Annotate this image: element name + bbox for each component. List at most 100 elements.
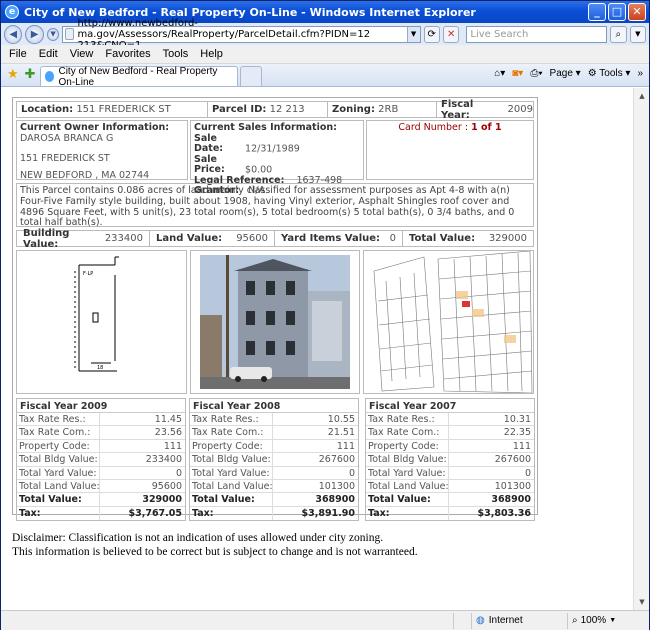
row-value: 111 [163,440,182,452]
table-row: Tax Rate Com.: 21.51 [190,426,358,440]
menu-help[interactable]: Help [200,48,223,60]
tab-current[interactable]: City of New Bedford - Real Property On-L… [39,65,238,88]
row-label: Total Land Value: [19,479,100,493]
print-icon[interactable]: ⎙▾ [530,68,542,79]
row-label: Tax: [366,506,449,521]
table-row: Total Bldg Value: 233400 [17,453,185,467]
building-sketch-image[interactable]: F·LP 18 [16,250,187,394]
row-value: 267600 [494,454,531,466]
owner-info: Current Owner Information: DAROSA BRANCA… [16,120,188,180]
maximize-button[interactable]: □ [608,3,626,21]
feeds-icon[interactable]: ◙▾ [512,68,523,79]
vertical-scrollbar[interactable]: ▲ ▼ [633,88,649,610]
menu-favorites[interactable]: Favorites [105,48,150,60]
building-value: 233400 [104,233,143,244]
owner-city: NEW BEDFORD , MA 02744 [20,169,150,181]
yard-items-value: 0 [389,233,396,244]
search-icon[interactable]: ⌕ [610,25,627,43]
ie-logo-icon: e [5,5,19,19]
row-label: Property Code: [17,439,100,453]
fiscal-year-table-2: Fiscal Year 2007 Tax Rate Res.: 10.31 Tax… [365,398,535,522]
fiscal-year-value: 2009 [507,104,533,115]
menu-tools[interactable]: Tools [163,48,189,60]
building-value-label: Building Value: [23,227,70,250]
url-input[interactable]: http://www.newbedford-ma.gov/Assessors/R… [62,18,421,51]
page-content: Location: 151 FREDERICK ST Parcel ID: 12… [3,88,633,610]
refresh-icon[interactable]: ⟳ [423,25,440,43]
minimize-button[interactable]: _ [588,3,606,21]
owner-heading: Current Owner Information: [20,122,170,133]
svg-text:18: 18 [97,365,103,371]
table-row: Tax Rate Res.: 10.31 [366,413,534,427]
house-photo-image[interactable] [189,250,361,394]
zoom-level: 100% [580,614,607,626]
owner-name: DAROSA BRANCA G [20,132,114,144]
disclaimer: Disclaimer: Classification is not an ind… [12,531,418,559]
zoning-label: Zoning: [332,104,375,115]
menu-view[interactable]: View [70,48,94,60]
card-number-value: 1 of 1 [471,122,502,133]
fiscal-year-title: Fiscal Year 2008 [190,399,358,413]
table-row: Total Bldg Value: 267600 [366,453,534,467]
tab-label: City of New Bedford - Real Property On-L… [58,65,218,88]
total-value: 329000 [488,233,527,244]
table-row: Total Value: 368900 [190,493,358,507]
close-button[interactable]: ✕ [628,3,646,21]
row-label: Total Value: [366,493,449,506]
back-button[interactable]: ◀ [4,24,23,44]
zoom-control[interactable]: ⌕ 100% ▼ [567,612,637,629]
table-row: Total Land Value: 95600 [17,479,185,494]
parcel-images: F·LP 18 [16,250,535,394]
scroll-down-icon[interactable]: ▼ [635,595,649,609]
row-label: Tax Rate Res.: [17,413,100,426]
tab-favicon-icon [44,71,55,82]
security-zone[interactable]: ◍ Internet [471,612,567,629]
toolbar-overflow-icon[interactable]: » [637,68,643,79]
row-label: Total Yard Value: [190,466,273,479]
table-row: Tax: $3,803.36 [366,506,534,521]
recent-pages-icon[interactable]: ▼ [46,27,60,41]
row-label: Total Bldg Value: [366,453,449,466]
row-value: 267600 [318,454,355,466]
url-dropdown-icon[interactable]: ▼ [406,26,420,42]
tab-bar: ★ ✚ City of New Bedford - Real Property … [1,64,649,88]
row-value: 23.56 [154,427,182,439]
parcel-map-image[interactable] [363,250,535,394]
zoning-value: 2RB [378,104,399,115]
add-favorite-icon[interactable]: ✚ [25,67,36,82]
menu-edit[interactable]: Edit [39,48,58,60]
forward-button[interactable]: ▶ [25,24,44,44]
fiscal-year-table-0: Fiscal Year 2009 Tax Rate Res.: 11.45 Tax… [16,398,186,522]
parcel-id-value: 12 213 [269,104,305,115]
scroll-up-icon[interactable]: ▲ [635,89,649,103]
disclaimer-line-2: This information is believed to be corre… [12,546,418,558]
row-value: 233400 [145,454,182,466]
land-value: 95600 [236,233,268,244]
address-bar: ◀ ▶ ▼ http://www.newbedford-ma.gov/Asses… [1,18,649,51]
yard-items-label: Yard Items Value: [281,233,381,244]
parcel-panel: Location: 151 FREDERICK ST Parcel ID: 12… [12,97,538,522]
row-value: 10.31 [503,414,531,425]
home-icon[interactable]: ⌂▾ [494,68,505,79]
parcel-header-row: Location: 151 FREDERICK ST Parcel ID: 12… [16,99,534,121]
favorites-star-icon[interactable]: ★ [7,67,19,82]
row-value: 10.55 [327,414,355,425]
new-tab-button[interactable] [239,66,262,86]
row-value: 111 [512,440,531,452]
tools-menu[interactable]: ⚙ Tools ▾ [588,68,631,79]
page-menu[interactable]: Page ▾ [550,68,581,79]
stop-icon[interactable]: ✕ [442,25,460,43]
table-row: Tax Rate Res.: 11.45 [17,413,185,427]
search-input[interactable]: Live Search [466,25,608,43]
menu-file[interactable]: File [9,48,27,60]
svg-text:F·LP: F·LP [83,271,93,277]
browser-window: e City of New Bedford - Real Property On… [0,0,650,630]
table-row: Total Bldg Value: 267600 [190,453,358,467]
row-label: Tax Rate Res.: [366,413,449,426]
row-value: 0 [524,467,531,479]
table-row: Total Value: 329000 [17,493,185,507]
fiscal-year-title: Fiscal Year 2009 [17,399,185,413]
search-options-icon[interactable]: ▼ [629,25,646,43]
row-value: $3,891.90 [301,507,356,519]
parcel-description: This Parcel contains 0.086 acres of land… [16,183,534,228]
